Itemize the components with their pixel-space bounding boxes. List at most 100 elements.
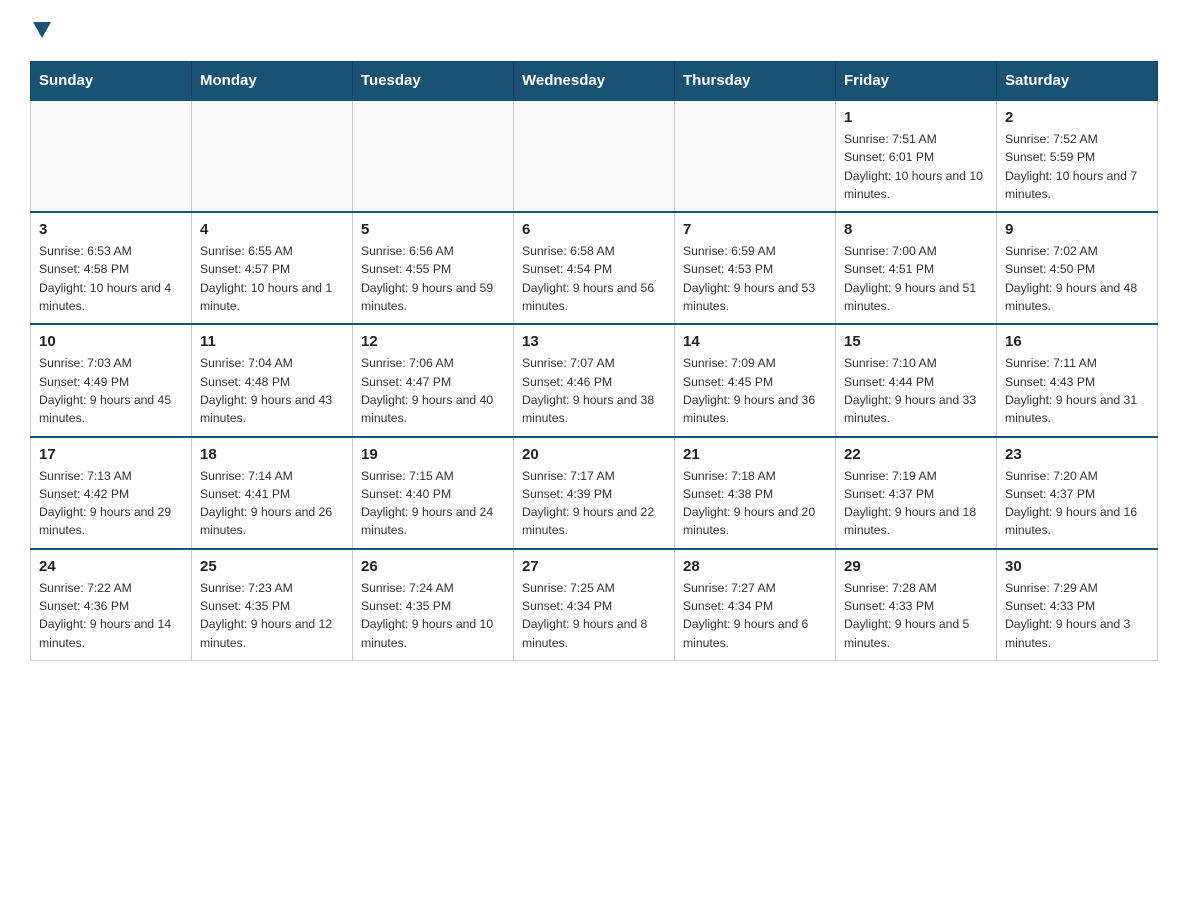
calendar-header-tuesday: Tuesday: [353, 62, 514, 101]
day-info: Sunrise: 7:15 AM Sunset: 4:40 PM Dayligh…: [361, 467, 505, 540]
day-number: 24: [39, 558, 183, 575]
day-number: 8: [844, 221, 988, 238]
day-number: 27: [522, 558, 666, 575]
day-info: Sunrise: 7:14 AM Sunset: 4:41 PM Dayligh…: [200, 467, 344, 540]
day-info: Sunrise: 7:23 AM Sunset: 4:35 PM Dayligh…: [200, 579, 344, 652]
day-info: Sunrise: 7:18 AM Sunset: 4:38 PM Dayligh…: [683, 467, 827, 540]
calendar-cell: 24 Sunrise: 7:22 AM Sunset: 4:36 PM Dayli…: [31, 549, 192, 661]
calendar-cell: [31, 100, 192, 212]
calendar-cell: 14 Sunrise: 7:09 AM Sunset: 4:45 PM Dayli…: [675, 324, 836, 436]
day-number: 16: [1005, 333, 1149, 350]
day-info: Sunrise: 7:22 AM Sunset: 4:36 PM Dayligh…: [39, 579, 183, 652]
day-info: Sunrise: 7:20 AM Sunset: 4:37 PM Dayligh…: [1005, 467, 1149, 540]
calendar-cell: 28 Sunrise: 7:27 AM Sunset: 4:34 PM Dayli…: [675, 549, 836, 661]
calendar-cell: 13Sunrise: 7:07 AM Sunset: 4:46 PM Dayli…: [514, 324, 675, 436]
calendar-cell: 23Sunrise: 7:20 AM Sunset: 4:37 PM Dayli…: [997, 437, 1158, 549]
day-info: Sunrise: 7:00 AM Sunset: 4:51 PM Dayligh…: [844, 242, 988, 315]
calendar-cell: 15 Sunrise: 7:10 AM Sunset: 4:44 PM Dayli…: [836, 324, 997, 436]
day-info: Sunrise: 7:52 AM Sunset: 5:59 PM Dayligh…: [1005, 130, 1149, 203]
calendar-week-row: 17 Sunrise: 7:13 AM Sunset: 4:42 PM Dayli…: [31, 437, 1158, 549]
day-number: 12: [361, 333, 505, 350]
calendar-week-row: 3Sunrise: 6:53 AM Sunset: 4:58 PM Daylig…: [31, 212, 1158, 324]
calendar-header-row: SundayMondayTuesdayWednesdayThursdayFrid…: [31, 62, 1158, 101]
day-number: 2: [1005, 109, 1149, 126]
day-info: Sunrise: 7:25 AM Sunset: 4:34 PM Dayligh…: [522, 579, 666, 652]
day-info: Sunrise: 7:06 AM Sunset: 4:47 PM Dayligh…: [361, 354, 505, 427]
calendar-header-wednesday: Wednesday: [514, 62, 675, 101]
day-info: Sunrise: 7:19 AM Sunset: 4:37 PM Dayligh…: [844, 467, 988, 540]
day-number: 30: [1005, 558, 1149, 575]
day-number: 15: [844, 333, 988, 350]
calendar-cell: [675, 100, 836, 212]
day-number: 14: [683, 333, 827, 350]
day-info: Sunrise: 6:55 AM Sunset: 4:57 PM Dayligh…: [200, 242, 344, 315]
calendar-header-friday: Friday: [836, 62, 997, 101]
day-number: 26: [361, 558, 505, 575]
day-number: 29: [844, 558, 988, 575]
calendar-cell: 12 Sunrise: 7:06 AM Sunset: 4:47 PM Dayli…: [353, 324, 514, 436]
day-number: 18: [200, 446, 344, 463]
calendar-table: SundayMondayTuesdayWednesdayThursdayFrid…: [30, 61, 1158, 661]
calendar-week-row: 10 Sunrise: 7:03 AM Sunset: 4:49 PM Dayli…: [31, 324, 1158, 436]
calendar-cell: 8 Sunrise: 7:00 AM Sunset: 4:51 PM Daylig…: [836, 212, 997, 324]
day-number: 20: [522, 446, 666, 463]
day-number: 28: [683, 558, 827, 575]
calendar-cell: 22Sunrise: 7:19 AM Sunset: 4:37 PM Dayli…: [836, 437, 997, 549]
day-info: Sunrise: 6:53 AM Sunset: 4:58 PM Dayligh…: [39, 242, 183, 315]
calendar-week-row: 1 Sunrise: 7:51 AM Sunset: 6:01 PM Daylig…: [31, 100, 1158, 212]
day-info: Sunrise: 7:17 AM Sunset: 4:39 PM Dayligh…: [522, 467, 666, 540]
day-number: 11: [200, 333, 344, 350]
day-number: 17: [39, 446, 183, 463]
calendar-cell: 29Sunrise: 7:28 AM Sunset: 4:33 PM Dayli…: [836, 549, 997, 661]
calendar-cell: 11Sunrise: 7:04 AM Sunset: 4:48 PM Dayli…: [192, 324, 353, 436]
day-info: Sunrise: 7:24 AM Sunset: 4:35 PM Dayligh…: [361, 579, 505, 652]
calendar-cell: 30 Sunrise: 7:29 AM Sunset: 4:33 PM Dayli…: [997, 549, 1158, 661]
day-number: 6: [522, 221, 666, 238]
day-info: Sunrise: 7:02 AM Sunset: 4:50 PM Dayligh…: [1005, 242, 1149, 315]
calendar-cell: 7 Sunrise: 6:59 AM Sunset: 4:53 PM Daylig…: [675, 212, 836, 324]
calendar-week-row: 24 Sunrise: 7:22 AM Sunset: 4:36 PM Dayli…: [31, 549, 1158, 661]
day-number: 7: [683, 221, 827, 238]
day-number: 1: [844, 109, 988, 126]
day-info: Sunrise: 7:07 AM Sunset: 4:46 PM Dayligh…: [522, 354, 666, 427]
day-number: 5: [361, 221, 505, 238]
calendar-cell: 19 Sunrise: 7:15 AM Sunset: 4:40 PM Dayli…: [353, 437, 514, 549]
calendar-header-sunday: Sunday: [31, 62, 192, 101]
day-number: 9: [1005, 221, 1149, 238]
calendar-cell: [192, 100, 353, 212]
calendar-cell: 21 Sunrise: 7:18 AM Sunset: 4:38 PM Dayli…: [675, 437, 836, 549]
day-info: Sunrise: 7:51 AM Sunset: 6:01 PM Dayligh…: [844, 130, 988, 203]
calendar-cell: 17 Sunrise: 7:13 AM Sunset: 4:42 PM Dayli…: [31, 437, 192, 549]
calendar-cell: [514, 100, 675, 212]
day-info: Sunrise: 6:58 AM Sunset: 4:54 PM Dayligh…: [522, 242, 666, 315]
calendar-cell: 25 Sunrise: 7:23 AM Sunset: 4:35 PM Dayli…: [192, 549, 353, 661]
day-number: 4: [200, 221, 344, 238]
calendar-cell: [353, 100, 514, 212]
calendar-cell: 27 Sunrise: 7:25 AM Sunset: 4:34 PM Dayli…: [514, 549, 675, 661]
day-info: Sunrise: 7:29 AM Sunset: 4:33 PM Dayligh…: [1005, 579, 1149, 652]
calendar-cell: 18 Sunrise: 7:14 AM Sunset: 4:41 PM Dayli…: [192, 437, 353, 549]
day-info: Sunrise: 7:11 AM Sunset: 4:43 PM Dayligh…: [1005, 354, 1149, 427]
day-info: Sunrise: 7:10 AM Sunset: 4:44 PM Dayligh…: [844, 354, 988, 427]
calendar-cell: 6 Sunrise: 6:58 AM Sunset: 4:54 PM Daylig…: [514, 212, 675, 324]
day-number: 10: [39, 333, 183, 350]
day-number: 19: [361, 446, 505, 463]
day-info: Sunrise: 7:09 AM Sunset: 4:45 PM Dayligh…: [683, 354, 827, 427]
calendar-cell: 1 Sunrise: 7:51 AM Sunset: 6:01 PM Daylig…: [836, 100, 997, 212]
calendar-cell: 16 Sunrise: 7:11 AM Sunset: 4:43 PM Dayli…: [997, 324, 1158, 436]
day-info: Sunrise: 6:56 AM Sunset: 4:55 PM Dayligh…: [361, 242, 505, 315]
logo: [30, 20, 51, 43]
calendar-cell: 26 Sunrise: 7:24 AM Sunset: 4:35 PM Dayli…: [353, 549, 514, 661]
calendar-header-saturday: Saturday: [997, 62, 1158, 101]
day-info: Sunrise: 7:03 AM Sunset: 4:49 PM Dayligh…: [39, 354, 183, 427]
day-info: Sunrise: 6:59 AM Sunset: 4:53 PM Dayligh…: [683, 242, 827, 315]
calendar-cell: 20 Sunrise: 7:17 AM Sunset: 4:39 PM Dayli…: [514, 437, 675, 549]
calendar-cell: 9 Sunrise: 7:02 AM Sunset: 4:50 PM Daylig…: [997, 212, 1158, 324]
calendar-cell: 10 Sunrise: 7:03 AM Sunset: 4:49 PM Dayli…: [31, 324, 192, 436]
day-info: Sunrise: 7:27 AM Sunset: 4:34 PM Dayligh…: [683, 579, 827, 652]
day-number: 21: [683, 446, 827, 463]
day-info: Sunrise: 7:13 AM Sunset: 4:42 PM Dayligh…: [39, 467, 183, 540]
calendar-cell: 3Sunrise: 6:53 AM Sunset: 4:58 PM Daylig…: [31, 212, 192, 324]
day-number: 25: [200, 558, 344, 575]
logo-triangle-icon: [33, 22, 51, 43]
